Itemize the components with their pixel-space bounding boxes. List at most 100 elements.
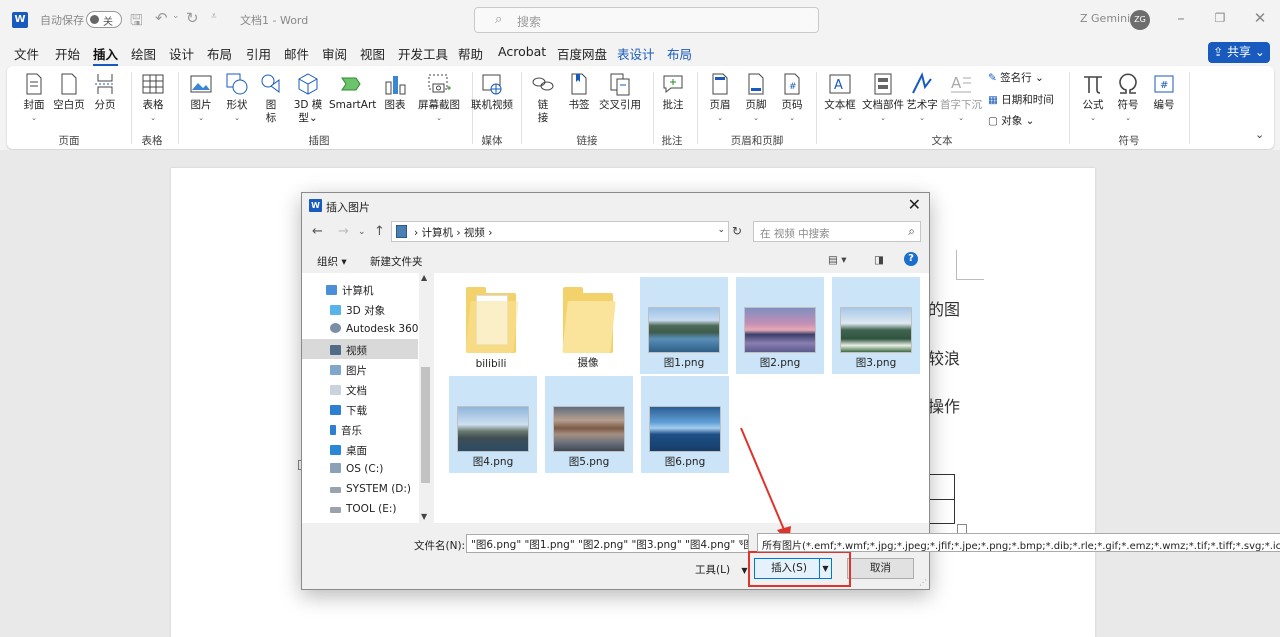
nav-item-drive-c[interactable]: OS (C:) (330, 463, 383, 475)
nav-item-drive-d[interactable]: SYSTEM (D:) (330, 483, 411, 495)
redo-icon[interactable]: ↻ (186, 9, 199, 27)
help-icon[interactable]: ? (904, 252, 918, 266)
pictures-button[interactable]: 图片 ⌄ (187, 72, 215, 125)
quick-parts-button[interactable]: 文档部件 ⌄ (860, 72, 906, 125)
forward-arrow-icon[interactable]: → (338, 224, 349, 239)
filename-input[interactable]: "图6.png" "图1.png" "图2.png" "图3.png" "图4.… (466, 534, 749, 553)
tools-dropdown[interactable]: 工具(L) ▼ (695, 562, 748, 577)
nav-item-documents[interactable]: 文档 (330, 383, 367, 398)
smartart-button[interactable]: SmartArt (329, 72, 376, 112)
tab-acrobat[interactable]: Acrobat (498, 44, 546, 59)
image-item-2[interactable]: 图2.png (736, 277, 824, 374)
nav-item-desktop[interactable]: 桌面 (330, 443, 367, 458)
folder-item-bilibili[interactable]: bilibili (447, 277, 535, 374)
nav-item-autodesk[interactable]: Autodesk 360 (330, 323, 418, 335)
tab-file[interactable]: 文件 (14, 44, 39, 63)
icons-button[interactable]: 图标 (259, 72, 283, 125)
close-icon[interactable]: ✕ (1245, 9, 1275, 27)
save-icon[interactable]: 🖫 (130, 10, 143, 35)
tab-design[interactable]: 设计 (169, 44, 194, 63)
address-bar[interactable]: › 计算机 › 视频 › ⌄ (391, 221, 729, 242)
new-comment-button[interactable]: 批注 (659, 72, 687, 112)
cross-reference-button[interactable]: 交叉引用 (597, 72, 643, 112)
scroll-down-icon[interactable]: ▼ (421, 512, 427, 521)
undo-icon[interactable]: ↶ (155, 9, 168, 27)
tab-table-design[interactable]: 表设计 (617, 44, 655, 63)
header-button[interactable]: 页眉 ⌄ (706, 72, 734, 125)
tab-developer[interactable]: 开发工具 (398, 44, 448, 63)
cancel-button[interactable]: 取消 (847, 558, 914, 579)
avatar[interactable]: ZG (1130, 10, 1150, 30)
image-item-6[interactable]: 图6.png (641, 376, 729, 473)
page-break-button[interactable]: 分页 (91, 72, 119, 112)
document-table[interactable] (928, 474, 955, 524)
minimize-icon[interactable]: – (1166, 9, 1196, 27)
customize-qat-icon[interactable]: ⩡ (211, 11, 217, 22)
folder-item-camera[interactable]: 摄像 (544, 277, 632, 374)
datetime-button[interactable]: ▦ 日期和时间 (988, 92, 1054, 107)
3d-models-button[interactable]: 3D 模型⌄ (293, 72, 323, 125)
tab-review[interactable]: 审阅 (322, 44, 347, 63)
image-item-1[interactable]: 图1.png (640, 277, 728, 374)
online-video-button[interactable]: 联机视频 (471, 72, 513, 112)
undo-dropdown-icon[interactable]: ⌄ (172, 11, 180, 21)
nav-item-drive-e[interactable]: TOOL (E:) (330, 503, 397, 515)
scroll-up-icon[interactable]: ▲ (421, 273, 427, 282)
symbol-button[interactable]: 符号 ⌄ (1114, 72, 1142, 125)
nav-item-computer[interactable]: 计算机 (326, 283, 374, 298)
chart-button[interactable]: 图表 (381, 72, 409, 112)
blank-page-button[interactable]: 空白页 (52, 72, 86, 112)
resize-grip-icon[interactable]: ⋰ (919, 578, 927, 587)
nav-item-pictures[interactable]: 图片 (330, 363, 367, 378)
page-number-button[interactable]: # 页码 ⌄ (778, 72, 806, 125)
autosave-toggle[interactable]: 关 (86, 11, 122, 28)
screenshot-button[interactable]: 屏幕截图 ⌄ (412, 72, 466, 125)
image-item-4[interactable]: 图4.png (449, 376, 537, 473)
nav-item-videos[interactable]: 视频 (302, 339, 418, 359)
object-button[interactable]: ▢ 对象 ⌄ (988, 113, 1034, 128)
tab-layout[interactable]: 布局 (207, 44, 232, 63)
user-name[interactable]: Z Gemini (1080, 12, 1130, 25)
wordart-button[interactable]: 艺术字 ⌄ (905, 72, 939, 125)
tab-help[interactable]: 帮助 (458, 44, 483, 63)
dropcap-button[interactable]: A 首字下沉 ⌄ (940, 72, 982, 125)
collapse-ribbon-icon[interactable]: ⌄ (1255, 128, 1264, 141)
signature-line-button[interactable]: ✎ 签名行 ⌄ (988, 70, 1044, 85)
folder-search-input[interactable]: 在 视频 中搜索 ⌕ (753, 221, 921, 242)
refresh-icon[interactable]: ↻ (732, 224, 742, 238)
table-button[interactable]: 表格 ⌄ (139, 72, 167, 125)
cover-page-button[interactable]: 封面 ⌄ (20, 72, 48, 125)
close-icon[interactable]: ✕ (908, 195, 921, 214)
image-item-3[interactable]: 图3.png (832, 277, 920, 374)
breadcrumb[interactable]: › 计算机 › 视频 › (414, 225, 492, 240)
nav-item-3d-objects[interactable]: 3D 对象 (330, 303, 385, 318)
nav-item-music[interactable]: 音乐 (330, 423, 362, 438)
tab-insert[interactable]: 插入 (93, 44, 119, 67)
tab-references[interactable]: 引用 (246, 44, 271, 63)
footer-button[interactable]: 页脚 ⌄ (742, 72, 770, 125)
new-folder-button[interactable]: 新建文件夹 (370, 254, 423, 269)
tab-draw[interactable]: 绘图 (131, 44, 156, 63)
recent-locations-icon[interactable]: ⌄ (358, 227, 366, 237)
nav-scrollbar[interactable]: ▲ ▼ (419, 273, 432, 523)
textbox-button[interactable]: A 文本框 ⌄ (822, 72, 858, 125)
organize-button[interactable]: 组织 ▾ (317, 254, 347, 269)
image-item-5[interactable]: 图5.png (545, 376, 633, 473)
file-type-select[interactable]: 所有图片(*.emf;*.wmf;*.jpg;*.jpeg;*.jfif;*.j… (757, 533, 1280, 552)
view-options-icon[interactable]: ▤ ▾ (828, 254, 847, 266)
tab-baidu-netdisk[interactable]: 百度网盘 (557, 44, 607, 63)
shapes-button[interactable]: 形状 ⌄ (223, 72, 251, 125)
up-arrow-icon[interactable]: ↑ (374, 224, 385, 239)
tab-mailings[interactable]: 邮件 (284, 44, 309, 63)
chevron-down-icon[interactable]: ⌄ (717, 225, 725, 235)
back-arrow-icon[interactable]: ← (312, 224, 323, 239)
nav-item-downloads[interactable]: 下载 (330, 403, 367, 418)
share-button[interactable]: ⇪ 共享 ⌄ (1208, 42, 1270, 63)
bookmark-button[interactable]: 书签 (565, 72, 593, 112)
scroll-thumb[interactable] (421, 367, 430, 483)
link-button[interactable]: 链接 (529, 72, 557, 125)
tab-home[interactable]: 开始 (55, 44, 80, 63)
search-box[interactable]: ⌕ 搜索 (474, 7, 819, 33)
preview-pane-icon[interactable]: ◨ (874, 254, 884, 266)
restore-icon[interactable]: ❐ (1205, 11, 1235, 25)
